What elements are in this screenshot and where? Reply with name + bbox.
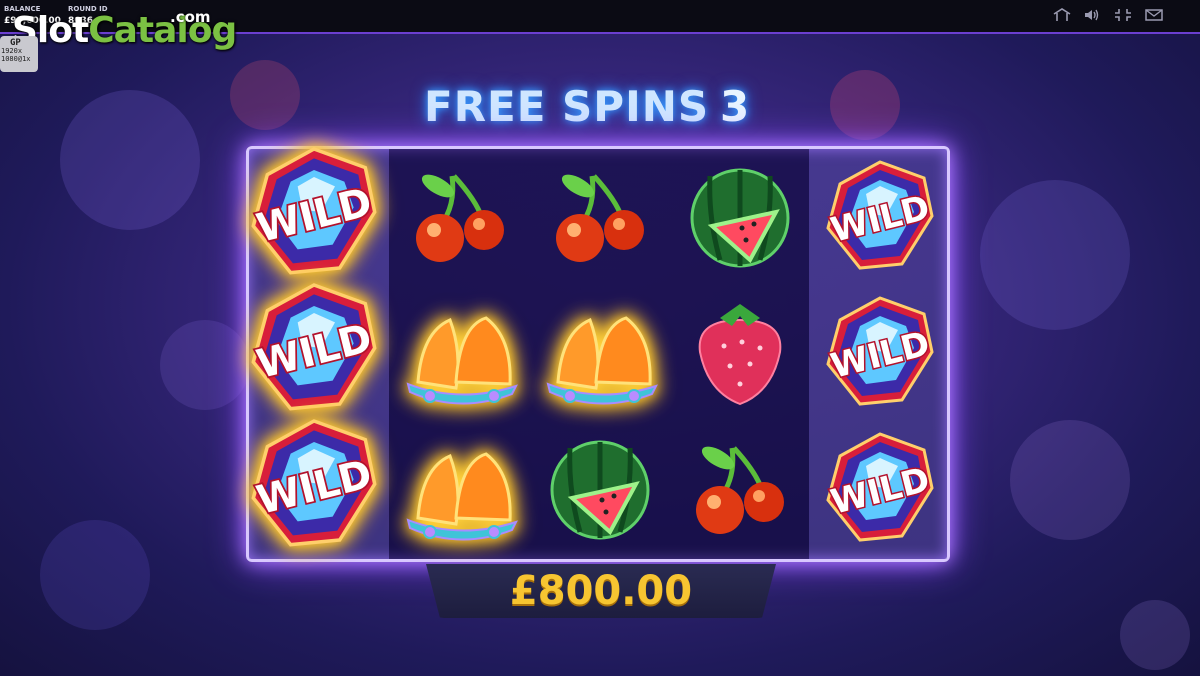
bell-symbol bbox=[400, 428, 520, 548]
cherry-symbol bbox=[400, 156, 520, 276]
resolution-badge: GP 1920x 1080@1x bbox=[0, 36, 38, 72]
bokeh-light bbox=[830, 70, 900, 140]
bell-symbol bbox=[540, 292, 660, 412]
bell-symbol bbox=[400, 292, 520, 412]
bokeh-light bbox=[1010, 420, 1130, 540]
strawberry-symbol bbox=[680, 292, 800, 412]
bokeh-light bbox=[40, 520, 150, 630]
watermark-domain: .com bbox=[170, 8, 211, 26]
free-spins-count: 3 bbox=[720, 82, 750, 131]
mail-icon[interactable] bbox=[1144, 8, 1164, 24]
fullscreen-icon[interactable] bbox=[1113, 8, 1133, 24]
cherry-symbol bbox=[680, 428, 800, 548]
cherry-symbol bbox=[540, 156, 660, 276]
win-amount: £800.00 bbox=[509, 568, 693, 614]
bokeh-light bbox=[160, 320, 250, 410]
bokeh-light bbox=[60, 90, 200, 230]
watermelon-symbol bbox=[540, 428, 660, 548]
bokeh-light bbox=[230, 60, 300, 130]
wild-symbol: WILD bbox=[244, 278, 384, 418]
resolution-line2: 1080@1x bbox=[1, 55, 31, 63]
bokeh-light bbox=[1120, 600, 1190, 670]
wild-symbol: WILD bbox=[820, 428, 940, 548]
bokeh-light bbox=[980, 180, 1130, 330]
free-spins-label: FREE SPINS bbox=[424, 82, 710, 131]
watermark-part2: Catalog bbox=[88, 10, 237, 51]
wild-symbol: WILD bbox=[820, 292, 940, 412]
resolution-line1: 1920x bbox=[1, 47, 23, 55]
free-spins-header: FREE SPINS 3 bbox=[420, 82, 800, 138]
wild-symbol: WILD bbox=[244, 414, 384, 554]
sound-icon[interactable] bbox=[1082, 8, 1102, 24]
wild-symbol: WILD bbox=[244, 142, 384, 282]
home-icon[interactable] bbox=[1052, 8, 1072, 24]
wild-symbol: WILD bbox=[820, 156, 940, 276]
resolution-badge-top: GP bbox=[10, 38, 21, 48]
watermelon-symbol bbox=[680, 156, 800, 276]
